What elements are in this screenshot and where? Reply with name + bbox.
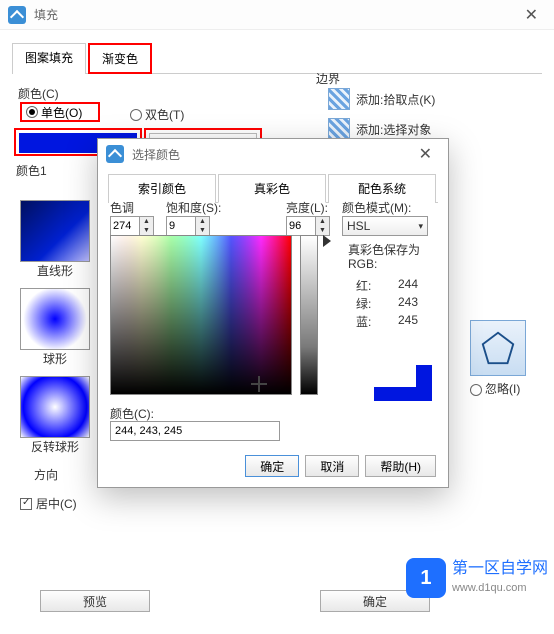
sat-label: 饱和度(S): (166, 199, 221, 216)
picker-close-icon[interactable]: ✕ (411, 140, 440, 168)
pentagon-icon (479, 329, 517, 367)
lum-label: 亮度(L): (286, 199, 330, 216)
thumb-linear-label: 直线形 (20, 262, 90, 279)
pick-point-icon[interactable] (328, 88, 350, 110)
tab-gradient[interactable]: 渐变色 (88, 43, 152, 74)
picker-footer: 确定 取消 帮助(H) (245, 455, 436, 477)
rgb-label: RGB: (348, 257, 377, 271)
wm-line2: www.d1qu.com (452, 582, 527, 594)
lum-marker-icon[interactable] (323, 235, 331, 247)
radio-ignore[interactable] (470, 384, 482, 396)
picker-ok-button[interactable]: 确定 (245, 455, 299, 477)
radio-single-highlight: 单色(O) (20, 102, 100, 122)
watermark-text: 第一区自学网 www.d1qu.com (452, 560, 548, 595)
crosshair-icon[interactable] (251, 376, 267, 392)
pentagon-preview (470, 320, 526, 376)
color1-label: 颜色1 (16, 162, 47, 179)
color-label: 颜色(C) (18, 85, 59, 102)
color-picker-dialog: 选择颜色 ✕ 索引颜色 真彩色 配色系统 色调 ▲▼ 饱和度(S): ▲▼ 亮度… (97, 138, 449, 488)
mode-value: HSL (347, 219, 370, 233)
add-pick-label: 添加:拾取点(K) (356, 91, 435, 108)
thumb-sphere[interactable] (20, 288, 90, 350)
color-field-label: 颜色(C): (110, 405, 154, 422)
centered-checkbox[interactable] (20, 498, 32, 510)
preview-button[interactable]: 预览 (40, 590, 150, 612)
close-icon[interactable]: ✕ (517, 1, 546, 29)
sat-input[interactable] (167, 217, 195, 235)
watermark-icon: 1 (406, 558, 446, 598)
color-field-input[interactable] (110, 421, 280, 441)
picker-app-icon (106, 145, 124, 163)
centered-label: 居中(C) (36, 495, 77, 512)
r-label: 红: (356, 279, 371, 293)
hue-label: 色调 (110, 199, 154, 216)
radio-double-label: 双色(T) (145, 106, 184, 123)
picker-cancel-button[interactable]: 取消 (305, 455, 359, 477)
color-preview-shape (374, 365, 432, 401)
parent-titlebar: 填充 ✕ (0, 0, 554, 30)
parent-body: 图案填充 渐变色 颜色(C) 单色(O) 双色(T) ▸ 颜色1 直线形 球形 … (0, 30, 554, 86)
tab-pattern-fill[interactable]: 图案填充 (12, 43, 86, 74)
radio-double[interactable] (130, 109, 142, 121)
wm-line1: 第一区自学网 (452, 560, 548, 578)
color-canvas[interactable] (110, 235, 292, 395)
mode-label: 颜色模式(M): (342, 199, 428, 216)
sat-spinner[interactable]: ▲▼ (166, 216, 210, 236)
mode-select[interactable]: HSL ▾ (342, 216, 428, 236)
g-label: 绿: (356, 297, 371, 311)
thumb-revsphere[interactable] (20, 376, 90, 438)
lum-input[interactable] (287, 217, 315, 235)
hue-input[interactable] (111, 217, 139, 235)
b-val: 245 (398, 313, 418, 327)
b-label: 蓝: (356, 315, 371, 329)
r-val: 244 (398, 277, 418, 291)
ignore-label: 忽略(I) (485, 382, 520, 396)
lum-spinner[interactable]: ▲▼ (286, 216, 330, 236)
g-val: 243 (398, 295, 418, 309)
thumb-sphere-label: 球形 (20, 350, 90, 367)
hue-spinner[interactable]: ▲▼ (110, 216, 154, 236)
picker-help-button[interactable]: 帮助(H) (365, 455, 436, 477)
border-label: 边界 (316, 70, 340, 87)
picker-title: 选择颜色 (132, 146, 180, 163)
add-select-label: 添加:选择对象 (356, 121, 431, 138)
radio-single-label: 单色(O) (41, 104, 82, 121)
direction-label: 方向 (34, 466, 58, 483)
thumb-linear[interactable] (20, 200, 90, 262)
select-obj-icon[interactable] (328, 118, 350, 140)
saveas-label: 真彩色保存为 (348, 241, 420, 258)
luminance-bar[interactable] (300, 235, 318, 395)
watermark: 1 第一区自学网 www.d1qu.com (406, 558, 548, 598)
thumb-revsphere-label: 反转球形 (20, 438, 90, 455)
radio-single[interactable] (26, 106, 38, 118)
app-icon (8, 6, 26, 24)
picker-titlebar: 选择颜色 ✕ (98, 139, 448, 169)
parent-tabs: 图案填充 渐变色 (12, 42, 542, 74)
parent-title: 填充 (34, 6, 58, 23)
